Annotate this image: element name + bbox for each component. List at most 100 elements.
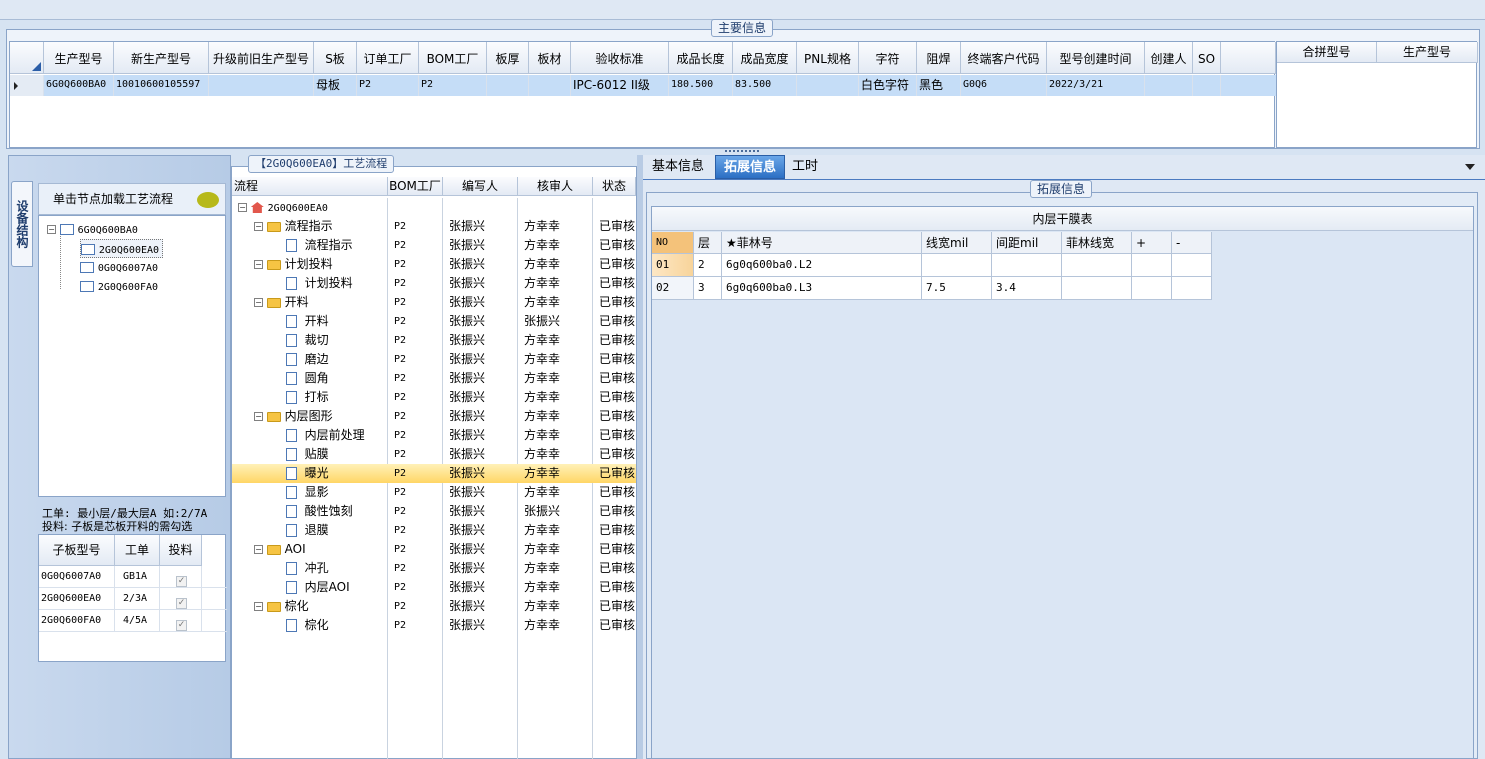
flow-col-header[interactable]: BOM工厂: [388, 177, 443, 196]
main-col-header[interactable]: 型号创建时间: [1047, 42, 1145, 74]
flow-row[interactable]: 曝光 P2 张振兴 方幸幸 已审核: [232, 464, 636, 483]
tab-extended-info[interactable]: 拓展信息: [715, 155, 786, 179]
feed-checkbox[interactable]: ✓: [176, 620, 187, 631]
main-cell[interactable]: [209, 75, 314, 96]
flow-row[interactable]: 流程指示 P2 张振兴 方幸幸 已审核: [232, 236, 636, 255]
main-cell[interactable]: G0Q6: [961, 75, 1047, 96]
flow-row[interactable]: 计划投料 P2 张振兴 方幸幸 已审核: [232, 274, 636, 293]
main-col-header[interactable]: 验收标准: [571, 42, 669, 74]
dryfilm-col-header[interactable]: 层: [694, 232, 722, 254]
merge-col-prod[interactable]: 生产型号: [1377, 42, 1478, 63]
flow-row[interactable]: 开料 P2 张振兴 张振兴 已审核: [232, 312, 636, 331]
main-col-header[interactable]: 字符: [859, 42, 917, 74]
main-cell[interactable]: 83.500: [733, 75, 797, 96]
dryfilm-cell[interactable]: [1132, 277, 1172, 300]
main-cell[interactable]: 180.500: [669, 75, 733, 96]
dryfilm-cell[interactable]: [922, 254, 992, 277]
flow-row[interactable]: − 开料 P2 张振兴 方幸幸 已审核: [232, 293, 636, 312]
dryfilm-col-header[interactable]: 菲林线宽: [1062, 232, 1132, 254]
dryfilm-col-header[interactable]: -: [1172, 232, 1212, 254]
side-tab-device[interactable]: 设备结构: [11, 181, 33, 267]
main-col-header[interactable]: 成品长度: [669, 42, 733, 74]
flow-col-header[interactable]: 状态: [593, 177, 636, 196]
splitter-handle[interactable]: [725, 150, 759, 153]
load-flow-button[interactable]: 单击节点加载工艺流程: [38, 183, 226, 215]
main-info-row[interactable]: 6G0Q600BA0 10010600105597 母板 P2 P2 IPC-6012 I…: [10, 75, 1276, 96]
main-cell[interactable]: 母板: [314, 75, 357, 96]
dryfilm-cell[interactable]: 6g0q600ba0.L3: [722, 277, 922, 300]
sub-col-wo[interactable]: 工单: [115, 535, 160, 566]
dryfilm-cell[interactable]: 7.5: [922, 277, 992, 300]
sub-col-model[interactable]: 子板型号: [39, 535, 115, 566]
main-cell[interactable]: [1145, 75, 1193, 96]
main-col-header[interactable]: 创建人: [1145, 42, 1193, 74]
main-col-header[interactable]: S板: [314, 42, 357, 74]
sub-col-feed[interactable]: 投料: [160, 535, 202, 566]
main-cell[interactable]: 6G0Q600BA0: [44, 75, 114, 96]
main-cell[interactable]: P2: [357, 75, 419, 96]
subboard-row[interactable]: 2G0Q600EA0 2/3A ✓: [39, 588, 227, 610]
flow-col-header[interactable]: 流程: [232, 177, 388, 196]
merge-col-model[interactable]: 合拼型号: [1277, 42, 1377, 63]
flow-row[interactable]: 贴膜 P2 张振兴 方幸幸 已审核: [232, 445, 636, 464]
dryfilm-col-header[interactable]: ★菲林号: [722, 232, 922, 254]
main-col-header[interactable]: 终端客户代码: [961, 42, 1047, 74]
main-cell[interactable]: 白色字符: [859, 75, 917, 96]
flow-row[interactable]: 显影 P2 张振兴 方幸幸 已审核: [232, 483, 636, 502]
main-col-header[interactable]: SO: [1193, 42, 1221, 74]
tree-node-child[interactable]: 0G0Q6007A0: [80, 258, 158, 277]
dryfilm-cell[interactable]: 2: [694, 254, 722, 277]
dryfilm-cell[interactable]: 3: [694, 277, 722, 300]
flow-row[interactable]: 内层前处理 P2 张振兴 方幸幸 已审核: [232, 426, 636, 445]
main-col-header[interactable]: PNL规格: [797, 42, 859, 74]
dryfilm-col-header[interactable]: +: [1132, 232, 1172, 254]
subboard-row[interactable]: 2G0Q600FA0 4/5A ✓: [39, 610, 227, 632]
flow-row[interactable]: 酸性蚀刻 P2 张振兴 张振兴 已审核: [232, 502, 636, 521]
main-col-header[interactable]: 订单工厂: [357, 42, 419, 74]
flow-row[interactable]: 冲孔 P2 张振兴 方幸幸 已审核: [232, 559, 636, 578]
feed-checkbox[interactable]: ✓: [176, 598, 187, 609]
dryfilm-cell[interactable]: [1062, 277, 1132, 300]
dryfilm-cell[interactable]: 02: [652, 277, 694, 300]
feed-checkbox[interactable]: ✓: [176, 576, 187, 587]
dryfilm-cell[interactable]: 3.4: [992, 277, 1062, 300]
dryfilm-cell[interactable]: [1062, 254, 1132, 277]
main-cell[interactable]: [1193, 75, 1221, 96]
flow-row[interactable]: − AOI P2 张振兴 方幸幸 已审核: [232, 540, 636, 559]
dryfilm-col-header[interactable]: NO: [652, 232, 694, 254]
tab-basic-info[interactable]: 基本信息: [644, 155, 712, 179]
dryfilm-cell[interactable]: [1172, 254, 1212, 277]
flow-col-header[interactable]: 编写人: [443, 177, 518, 196]
main-cell[interactable]: IPC-6012 II级: [571, 75, 669, 96]
main-cell[interactable]: 2022/3/21: [1047, 75, 1145, 96]
main-col-header[interactable]: 板材: [529, 42, 571, 74]
dryfilm-cell[interactable]: [992, 254, 1062, 277]
flow-root-node[interactable]: − 2G0Q600EA0: [238, 198, 328, 217]
main-col-header[interactable]: 阻焊: [917, 42, 961, 74]
flow-row[interactable]: − 棕化 P2 张振兴 方幸幸 已审核: [232, 597, 636, 616]
dryfilm-cell[interactable]: [1132, 254, 1172, 277]
flow-row[interactable]: 裁切 P2 张振兴 方幸幸 已审核: [232, 331, 636, 350]
flow-row[interactable]: − 计划投料 P2 张振兴 方幸幸 已审核: [232, 255, 636, 274]
main-col-header[interactable]: 升级前旧生产型号: [209, 42, 314, 74]
tab-hours[interactable]: 工时: [784, 155, 826, 179]
dryfilm-cell[interactable]: [1172, 277, 1212, 300]
main-cell[interactable]: 10010600105597: [114, 75, 209, 96]
flow-row[interactable]: 棕化 P2 张振兴 方幸幸 已审核: [232, 616, 636, 635]
subboard-row[interactable]: 0G0Q6007A0 GB1A ✓: [39, 566, 227, 588]
dryfilm-cell[interactable]: 6g0q600ba0.L2: [722, 254, 922, 277]
tab-dropdown-icon[interactable]: [1465, 164, 1475, 170]
main-cell[interactable]: [529, 75, 571, 96]
flow-row[interactable]: 内层AOI P2 张振兴 方幸幸 已审核: [232, 578, 636, 597]
flow-row[interactable]: 退膜 P2 张振兴 方幸幸 已审核: [232, 521, 636, 540]
dryfilm-col-header[interactable]: 线宽mil: [922, 232, 992, 254]
flow-row[interactable]: 磨边 P2 张振兴 方幸幸 已审核: [232, 350, 636, 369]
flow-row[interactable]: − 流程指示 P2 张振兴 方幸幸 已审核: [232, 217, 636, 236]
main-col-header[interactable]: 生产型号: [44, 42, 114, 74]
main-col-header[interactable]: 板厚: [487, 42, 529, 74]
main-col-header[interactable]: 新生产型号: [114, 42, 209, 74]
main-cell[interactable]: [487, 75, 529, 96]
flow-row[interactable]: 圆角 P2 张振兴 方幸幸 已审核: [232, 369, 636, 388]
tree-node-child[interactable]: 2G0Q600FA0: [80, 277, 158, 296]
flow-row[interactable]: − 内层图形 P2 张振兴 方幸幸 已审核: [232, 407, 636, 426]
